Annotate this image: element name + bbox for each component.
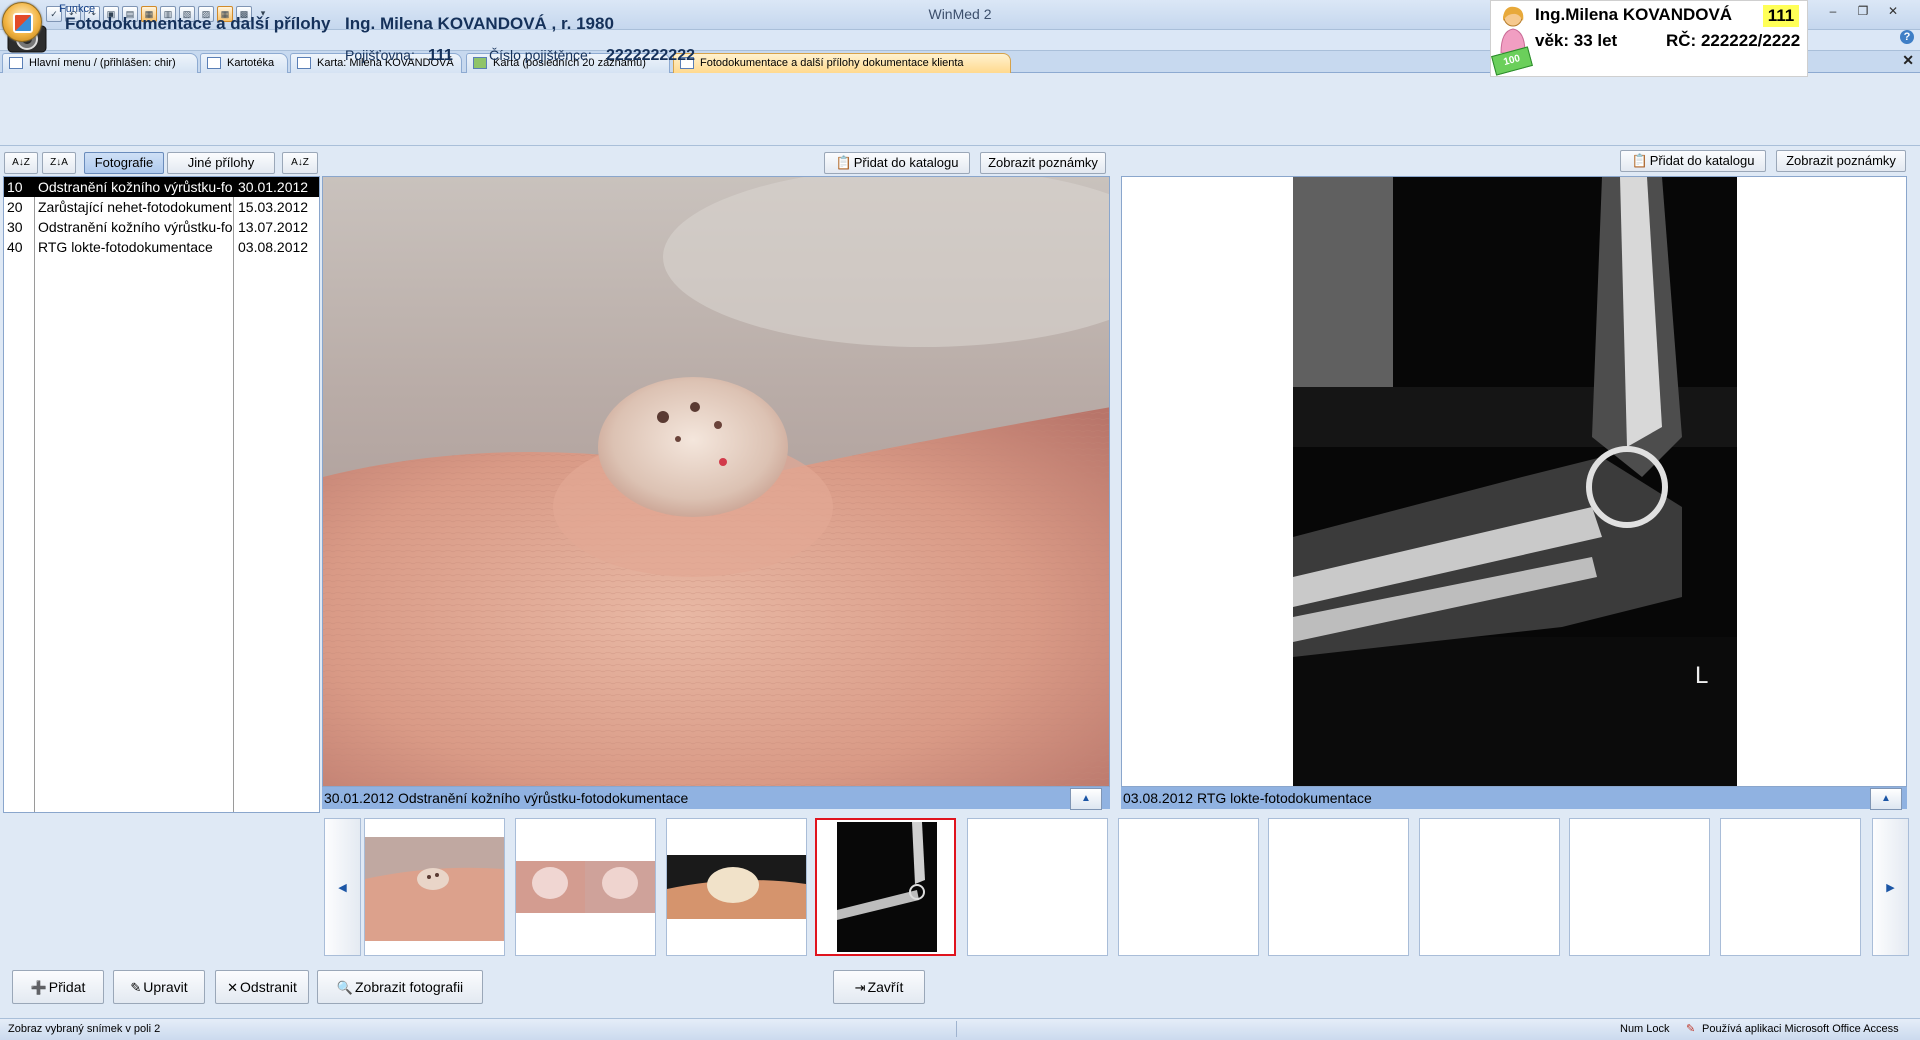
close-icon[interactable]: ✕: [1880, 2, 1906, 20]
show-notes-button-1[interactable]: Zobrazit poznámky: [980, 152, 1106, 174]
patient-card-rc: RČ: 222222/2222: [1666, 31, 1801, 50]
office-logo-icon: [13, 13, 33, 33]
magnifier-icon: 🔍: [336, 980, 353, 995]
page-title: Fotodokumentace a další přílohy: [65, 14, 331, 33]
tab-other-attachments[interactable]: Jiné přílohy: [167, 152, 275, 174]
sort-desc-button[interactable]: Z↓A: [42, 152, 76, 174]
status-text: Zobraz vybraný snímek v poli 2: [8, 1023, 161, 1035]
thumbnail-6[interactable]: [1118, 818, 1259, 956]
remove-button[interactable]: ✕ Odstranit: [215, 970, 309, 1004]
xray-marker: L: [1695, 662, 1708, 689]
wart-photo: [323, 177, 1109, 786]
add-icon: ➕: [30, 980, 47, 995]
tab-kartoteka[interactable]: Kartotéka: [200, 53, 288, 73]
viewer-2-up-button[interactable]: ▲: [1870, 788, 1902, 810]
show-photo-button[interactable]: 🔍 Zobrazit fotografii: [317, 970, 483, 1004]
edit-button[interactable]: ✎ Upravit: [113, 970, 205, 1004]
patient-card-name: Ing.Milena KOVANDOVÁ: [1535, 5, 1733, 24]
minimize-icon[interactable]: –: [1820, 2, 1846, 20]
thumb-wart2-image: [667, 855, 806, 919]
insured-no-label: Číslo pojištěnce:: [489, 47, 592, 63]
thumbnail-4[interactable]: [815, 818, 956, 956]
form-icon: [207, 57, 221, 69]
patient-card-age: věk: 33 let: [1535, 31, 1618, 50]
list-item[interactable]: 30Odstranění kožního výrůstku-fotodokume…: [4, 217, 319, 237]
office-button[interactable]: [2, 2, 42, 42]
patient-card-insurer: 111: [1763, 5, 1799, 27]
help-icon[interactable]: ?: [1900, 30, 1914, 44]
exit-icon: ⇥: [854, 980, 866, 995]
numlock-indicator: Num Lock: [1620, 1023, 1670, 1035]
viewer-1-caption: 30.01.2012 Odstranění kožního výrůstku-f…: [322, 787, 1110, 809]
status-bar: Zobraz vybraný snímek v poli 2 Num Lock …: [0, 1018, 1920, 1040]
pencil-icon: ✎: [130, 980, 142, 995]
thumbnail-2[interactable]: [515, 818, 656, 956]
patient-name: Ing. Milena KOVANDOVÁ , r. 1980: [345, 14, 614, 33]
tab-main-menu[interactable]: Hlavní menu / (přihlášen: chir): [2, 53, 198, 73]
tab-photos[interactable]: Fotografie: [84, 152, 164, 174]
close-button[interactable]: ⇥ Zavřít: [833, 970, 925, 1004]
sort-date-button[interactable]: A↓Z: [282, 152, 318, 174]
list-item[interactable]: 40 RTG lokte-fotodokumentace 03.08.2012: [4, 237, 319, 257]
access-icon: ✎: [1686, 1023, 1696, 1035]
viewer-2-caption: 03.08.2012 RTG lokte-fotodokumentace: [1121, 787, 1907, 809]
thumbnail-3[interactable]: [666, 818, 807, 956]
add-to-catalog-button-1[interactable]: 📋 Přidat do katalogu: [824, 152, 970, 174]
tab-photo-documentation[interactable]: Fotodokumentace a další přílohy dokument…: [673, 53, 1011, 73]
photo-viewer-1[interactable]: [322, 176, 1110, 787]
insurer-label: Pojišťovna:: [345, 47, 415, 63]
show-notes-button-2[interactable]: Zobrazit poznámky: [1776, 150, 1906, 172]
thumb-wart-image: [365, 837, 504, 941]
thumb-prev-button[interactable]: ◀: [324, 818, 361, 956]
insured-no-value: 2222222222: [606, 47, 695, 64]
records-list[interactable]: 10Odstranění kožního výrůstku-fotodokume…: [3, 176, 320, 813]
insurer-value: 111: [428, 47, 453, 64]
access-status: Používá aplikaci Microsoft Office Access: [1702, 1023, 1899, 1035]
catalog-icon: 📋: [835, 155, 852, 170]
thumbnail-5[interactable]: [967, 818, 1108, 956]
thumbnail-7[interactable]: [1268, 818, 1409, 956]
viewer-1-up-button[interactable]: ▲: [1070, 788, 1102, 810]
thumbnail-8[interactable]: [1419, 818, 1560, 956]
thumbnail-10[interactable]: [1720, 818, 1861, 956]
catalog-icon: 📋: [1631, 153, 1648, 168]
thumb-next-button[interactable]: ▶: [1872, 818, 1909, 956]
xray-image: L: [1293, 177, 1737, 786]
close-document-icon[interactable]: ✕: [1902, 52, 1914, 69]
thumb-nail-image: [516, 861, 655, 913]
sort-asc-button[interactable]: A↓Z: [4, 152, 38, 174]
list-item[interactable]: 10Odstranění kožního výrůstku-fotodokume…: [4, 177, 319, 197]
thumb-xray-image: [837, 822, 937, 952]
patient-card: 100 Ing.Milena KOVANDOVÁ 111 věk: 33 let…: [1490, 0, 1808, 77]
form-icon: [297, 57, 311, 69]
restore-icon[interactable]: ❐: [1850, 2, 1876, 20]
report-icon: [473, 57, 487, 69]
add-to-catalog-button-2[interactable]: 📋 Přidat do katalogu: [1620, 150, 1766, 172]
form-header: [0, 74, 1920, 146]
thumbnail-9[interactable]: [1569, 818, 1710, 956]
window-controls: – ❐ ✕: [1820, 2, 1906, 20]
list-item[interactable]: 20Zarůstající nehet-fotodokumentace15.03…: [4, 197, 319, 217]
photo-viewer-2[interactable]: L: [1121, 176, 1907, 787]
x-icon: ✕: [227, 980, 239, 995]
thumbnail-1[interactable]: [364, 818, 505, 956]
form-icon: [9, 57, 23, 69]
add-button[interactable]: ➕ Přidat: [12, 970, 104, 1004]
